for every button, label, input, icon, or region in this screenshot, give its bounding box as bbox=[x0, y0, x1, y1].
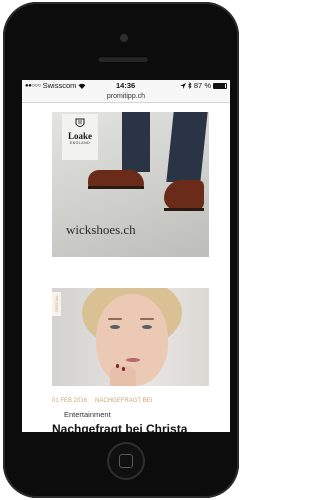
nail bbox=[122, 367, 125, 371]
trouser-left bbox=[122, 112, 150, 172]
left-brow bbox=[108, 318, 122, 320]
signal-strength-icon: ●●○○○ bbox=[25, 82, 41, 89]
trouser-right bbox=[166, 112, 208, 182]
phone-frame: ●●○○○ Swisscom 14:36 87 % promitipp.ch L… bbox=[3, 2, 239, 498]
battery-icon bbox=[213, 82, 227, 89]
right-eye bbox=[142, 325, 152, 329]
nail bbox=[116, 364, 119, 368]
location-icon bbox=[179, 82, 186, 89]
shoe-right-sole bbox=[164, 208, 204, 211]
url-text: promitipp.ch bbox=[106, 93, 146, 100]
article-tag[interactable]: NACHGEFRAGT BEI bbox=[95, 398, 152, 404]
loake-logo: Loake ENGLAND bbox=[62, 114, 98, 160]
wifi-icon bbox=[78, 83, 86, 89]
left-eye bbox=[110, 325, 120, 329]
carrier-name: Swisscom bbox=[42, 81, 77, 90]
right-brow bbox=[140, 318, 154, 320]
bluetooth-icon bbox=[188, 82, 192, 89]
shoe-left-sole bbox=[88, 186, 144, 189]
url-bar[interactable]: promitipp.ch bbox=[22, 92, 230, 103]
brand-subtitle: ENGLAND bbox=[69, 141, 91, 145]
article-category[interactable]: Entertainment bbox=[64, 410, 111, 419]
ad-banner[interactable]: Loake ENGLAND wickshoes.ch bbox=[52, 112, 209, 257]
shoe-right bbox=[164, 180, 204, 210]
article-date: 01 FEB 2016 bbox=[52, 398, 88, 404]
front-camera bbox=[120, 34, 128, 42]
crest-icon bbox=[75, 118, 85, 127]
ad-domain: wickshoes.ch bbox=[66, 222, 136, 237]
home-square-icon bbox=[119, 454, 133, 468]
status-time: 14:36 bbox=[116, 81, 136, 90]
status-bar: ●●○○○ Swisscom 14:36 87 % bbox=[22, 80, 230, 92]
phone-screen: ●●○○○ Swisscom 14:36 87 % promitipp.ch L… bbox=[22, 80, 230, 432]
lips bbox=[126, 358, 140, 362]
status-left: ●●○○○ Swisscom bbox=[25, 81, 86, 90]
article-image[interactable]: SPECIAL bbox=[52, 288, 209, 386]
brand-name: Loake bbox=[67, 131, 92, 141]
article-meta: 01 FEB 2016 NACHGEFRAGT BEI bbox=[52, 398, 152, 404]
article-title[interactable]: Nachgefragt bei Christa bbox=[52, 422, 187, 432]
status-right: 87 % bbox=[179, 81, 227, 90]
earpiece-speaker bbox=[98, 56, 148, 62]
battery-percent: 87 % bbox=[193, 81, 211, 90]
side-tab-label: SPECIAL bbox=[52, 292, 61, 316]
home-button[interactable] bbox=[107, 442, 145, 480]
